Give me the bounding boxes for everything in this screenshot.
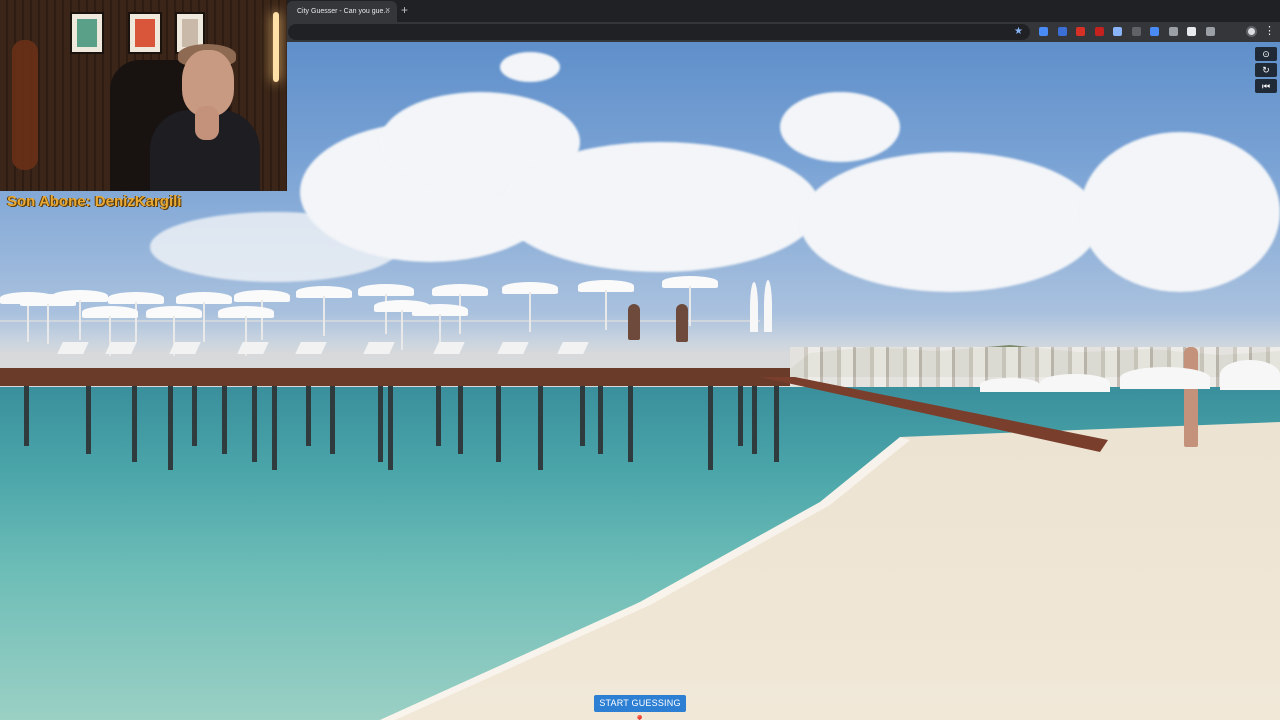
- umbrella-pole: [203, 302, 205, 342]
- pier-pile: [436, 386, 441, 446]
- pier-pile: [272, 386, 277, 470]
- wall-picture: [128, 12, 162, 54]
- sun-lounger: [105, 342, 137, 354]
- pier-pile: [628, 386, 633, 462]
- pier-pile: [378, 386, 383, 462]
- beach-tent: [1220, 360, 1280, 390]
- sun-lounger: [169, 342, 201, 354]
- pier-pile: [388, 386, 393, 470]
- extension-icon[interactable]: [1187, 27, 1196, 36]
- pier-pile: [598, 386, 603, 454]
- cloud: [1080, 132, 1280, 292]
- streamer-hand: [195, 106, 219, 140]
- extension-icon[interactable]: [1168, 27, 1178, 36]
- extension-icon[interactable]: [1076, 27, 1085, 36]
- extension-icon[interactable]: [1039, 27, 1048, 36]
- compass-icon[interactable]: ⊙: [1255, 47, 1277, 61]
- pier-pile: [192, 386, 197, 446]
- umbrella-pole: [27, 302, 29, 342]
- guitar: [12, 40, 38, 170]
- pier-pile: [24, 386, 29, 446]
- umbrella-pole: [529, 292, 531, 332]
- profile-avatar[interactable]: [1246, 26, 1257, 37]
- sun-lounger: [363, 342, 395, 354]
- beach-tent: [1040, 374, 1110, 392]
- pier-pile: [252, 386, 257, 462]
- extension-icon[interactable]: [1150, 27, 1159, 36]
- browser-menu-icon[interactable]: ⋮: [1264, 24, 1275, 38]
- close-tab-icon[interactable]: ×: [385, 4, 390, 16]
- umbrella-pole: [605, 290, 607, 330]
- sun-lounger: [497, 342, 529, 354]
- pier-pile: [222, 386, 227, 454]
- umbrella-pole: [79, 300, 81, 340]
- sail: [764, 280, 772, 332]
- pier-pile: [168, 386, 173, 470]
- pier-pile: [774, 386, 779, 462]
- sun-lounger: [433, 342, 465, 354]
- start-guessing-button[interactable]: START GUESSING 📍: [594, 695, 686, 720]
- pier-pile: [132, 386, 137, 462]
- skip-back-icon[interactable]: ⏮: [1255, 79, 1277, 93]
- extension-icon[interactable]: [1094, 27, 1104, 36]
- pier-pile: [538, 386, 543, 470]
- extension-icon[interactable]: [1205, 27, 1215, 36]
- last-subscriber-label: Son Abone: DenizKargili: [7, 193, 182, 210]
- wall-lamp: [273, 12, 279, 82]
- cloud: [150, 212, 400, 282]
- beach-tent: [980, 378, 1040, 392]
- beach-tent: [1120, 367, 1210, 389]
- umbrella-pole: [135, 302, 137, 342]
- streamer-webcam: [0, 0, 287, 191]
- extension-icon[interactable]: [1131, 27, 1141, 36]
- sun-lounger: [237, 342, 269, 354]
- cloud: [500, 142, 820, 272]
- cloud: [780, 92, 900, 162]
- umbrella-pole: [47, 304, 49, 344]
- pier-pile: [86, 386, 91, 454]
- pier-railing: [0, 320, 760, 322]
- address-bar[interactable]: [288, 24, 1030, 40]
- pier-pile: [458, 386, 463, 454]
- sun-lounger: [557, 342, 589, 354]
- person: [628, 304, 640, 340]
- umbrella-pole: [401, 310, 403, 350]
- new-tab-button[interactable]: +: [401, 3, 408, 17]
- pier-pile: [708, 386, 713, 470]
- pier-pile: [330, 386, 335, 454]
- extension-icon[interactable]: [1113, 27, 1122, 36]
- person: [676, 304, 688, 342]
- sail: [750, 282, 758, 332]
- sun-lounger: [57, 342, 89, 354]
- tab-title: City Guesser - Can you gue...: [297, 8, 390, 15]
- person: [1184, 347, 1198, 447]
- umbrella-pole: [323, 296, 325, 336]
- extension-icon[interactable]: [1057, 27, 1067, 36]
- umbrella-pole: [689, 286, 691, 326]
- cloud: [500, 52, 560, 82]
- wall-picture: [70, 12, 104, 54]
- pier-deck: [0, 368, 790, 386]
- bookmark-star-icon[interactable]: ★: [1014, 25, 1023, 39]
- pier-pile: [580, 386, 585, 446]
- pier-pile: [738, 386, 743, 446]
- pier-pile: [306, 386, 311, 446]
- tab-city-guesser[interactable]: City Guesser - Can you gue...: [287, 1, 397, 22]
- pier-pile: [752, 386, 757, 454]
- pier-pile: [496, 386, 501, 462]
- sun-lounger: [295, 342, 327, 354]
- refresh-icon[interactable]: ↻: [1255, 63, 1277, 77]
- cloud: [800, 152, 1100, 292]
